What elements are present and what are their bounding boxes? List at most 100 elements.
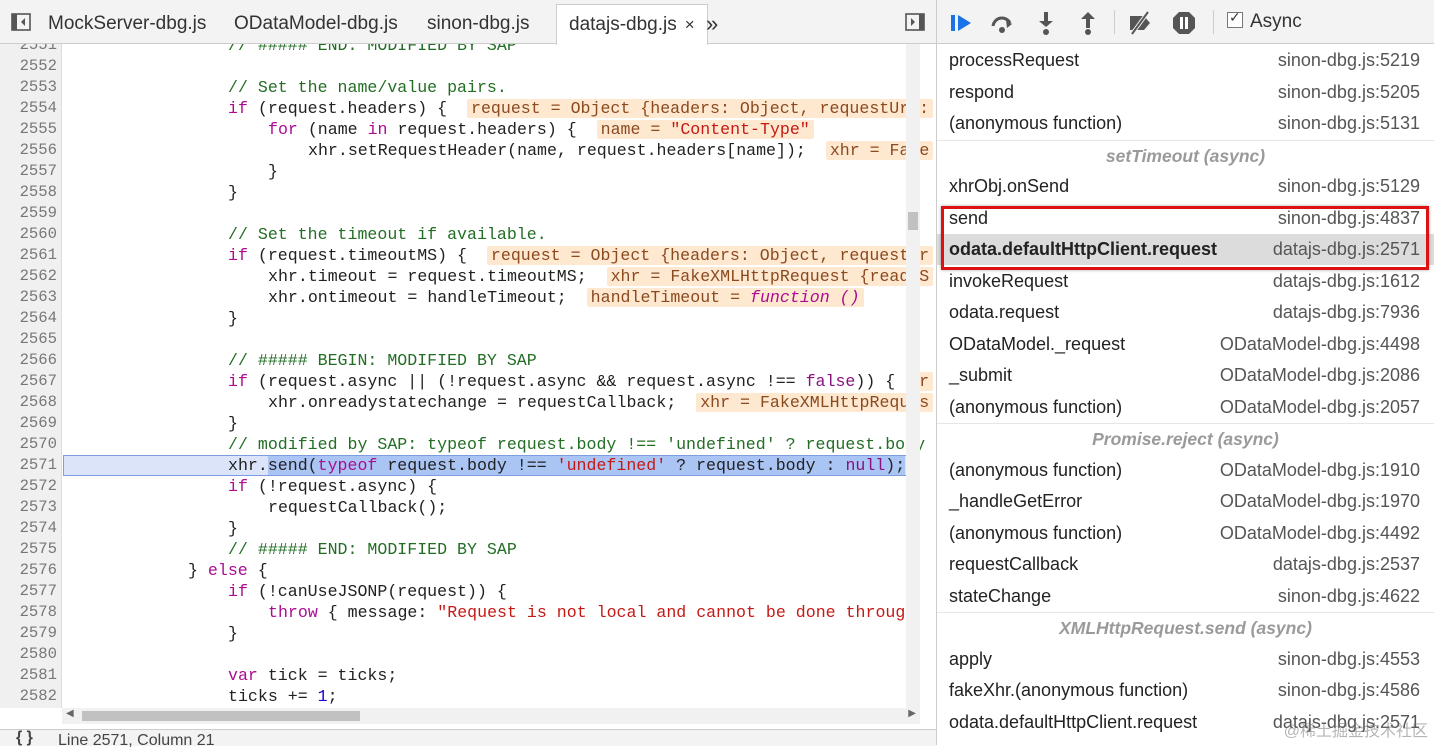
step-over-icon[interactable] [989,10,1015,36]
line-number[interactable]: 2566 [0,350,57,371]
call-frame-name: odata.request [949,302,1060,322]
vertical-scroll-thumb[interactable] [908,212,918,230]
call-frame-location[interactable]: sinon-dbg.js:4553 [1278,644,1420,675]
status-bar: { } Line 2571, Column 21 [0,729,936,749]
line-number[interactable]: 2572 [0,476,57,497]
code-line: } else { [188,561,268,580]
line-number[interactable]: 2555 [0,119,57,140]
scroll-left-icon[interactable]: ◀ [66,708,74,719]
line-number[interactable]: 2570 [0,434,57,455]
call-frame[interactable]: xhrObj.onSend sinon-dbg.js:5129 [937,171,1434,202]
call-frame[interactable]: (anonymous function) sinon-dbg.js:5131 [937,108,1434,139]
step-out-icon[interactable] [1075,10,1101,36]
call-frame[interactable]: _handleGetError ODataModel-dbg.js:1970 [937,486,1434,517]
call-frame[interactable]: respond sinon-dbg.js:5205 [937,77,1434,108]
tab-odatamodel[interactable]: ODataModel-dbg.js [222,4,410,44]
checkbox-icon[interactable] [1227,9,1243,28]
pause-on-exceptions-icon[interactable] [1171,10,1197,36]
line-number[interactable]: 2579 [0,623,57,644]
line-number[interactable]: 2581 [0,665,57,686]
line-number[interactable]: 2569 [0,413,57,434]
line-number[interactable]: 2582 [0,686,57,707]
call-frame-name: _submit [949,365,1013,385]
line-number[interactable]: 2574 [0,518,57,539]
line-number[interactable]: 2557 [0,161,57,182]
call-frame[interactable]: ODataModel._request ODataModel-dbg.js:449… [937,329,1434,360]
tab-datajs[interactable]: datajs-dbg.js × [556,4,708,45]
line-number[interactable]: 2564 [0,308,57,329]
step-into-icon[interactable] [1033,10,1059,36]
line-number[interactable]: 2559 [0,203,57,224]
line-number[interactable]: 2562 [0,266,57,287]
call-frame-location[interactable]: ODataModel-dbg.js:2086 [1220,360,1420,391]
call-frame-location[interactable]: datajs-dbg.js:1612 [1273,266,1420,297]
line-number[interactable]: 2551 [0,44,57,56]
more-tabs-button[interactable]: » [694,4,730,44]
call-frame[interactable]: stateChange sinon-dbg.js:4622 [937,581,1434,612]
line-number[interactable]: 2568 [0,392,57,413]
tab-sinon[interactable]: sinon-dbg.js [415,4,541,44]
call-frame-location[interactable]: sinon-dbg.js:5205 [1278,77,1420,108]
line-number[interactable]: 2554 [0,98,57,119]
call-frame[interactable]: odata.request datajs-dbg.js:7936 [937,297,1434,328]
call-frame-name: processRequest [949,50,1080,70]
async-separator: XMLHttpRequest.send (async) [937,612,1434,644]
call-frame[interactable]: _submit ODataModel-dbg.js:2086 [937,360,1434,391]
line-number[interactable]: 2553 [0,77,57,98]
resume-icon[interactable] [949,10,975,36]
horizontal-scrollbar[interactable]: ◀ ▶ [62,708,920,724]
line-number[interactable]: 2583 [0,707,57,708]
call-frame-location[interactable]: ODataModel-dbg.js:1910 [1220,455,1420,486]
call-frame[interactable]: (anonymous function) ODataModel-dbg.js:19… [937,455,1434,486]
call-frame[interactable]: invokeRequest datajs-dbg.js:1612 [937,266,1434,297]
line-number[interactable]: 2575 [0,539,57,560]
call-frame-location[interactable]: sinon-dbg.js:5129 [1278,171,1420,202]
call-frame-name: (anonymous function) [949,522,1123,543]
call-frame[interactable]: requestCallback datajs-dbg.js:2537 [937,549,1434,580]
call-frame-location[interactable]: ODataModel-dbg.js:4492 [1220,518,1420,549]
line-number[interactable]: 2565 [0,329,57,350]
call-frame-location[interactable]: ODataModel-dbg.js:1970 [1220,486,1420,517]
line-number-gutter[interactable]: 2551 2552 2553 2554 2555 2556 2557 2558 2559 2560… [0,44,62,708]
line-number[interactable]: 2560 [0,224,57,245]
line-number[interactable]: 2580 [0,644,57,665]
call-frame-location[interactable]: sinon-dbg.js:5219 [1278,45,1420,76]
toggle-debugger-icon[interactable] [904,11,926,33]
call-frame-location[interactable]: sinon-dbg.js:5131 [1278,108,1420,139]
line-number[interactable]: 2561 [0,245,57,266]
line-number[interactable]: 2556 [0,140,57,161]
tab-mockserver[interactable]: MockServer-dbg.js [36,4,218,44]
debugger-toolbar: Async [937,0,1434,44]
horizontal-scroll-thumb[interactable] [82,711,360,721]
line-number[interactable]: 2576 [0,560,57,581]
line-number[interactable]: 2573 [0,497,57,518]
line-number[interactable]: 2578 [0,602,57,623]
call-frame[interactable]: fakeXhr.(anonymous function) sinon-dbg.js… [937,675,1434,706]
call-frame[interactable]: (anonymous function) ODataModel-dbg.js:20… [937,392,1434,423]
deactivate-breakpoints-icon[interactable] [1127,10,1153,36]
line-number[interactable]: 2552 [0,56,57,77]
scroll-right-icon[interactable]: ▶ [908,708,916,719]
call-frame-location[interactable]: ODataModel-dbg.js:4498 [1220,329,1420,360]
call-frame[interactable]: (anonymous function) ODataModel-dbg.js:44… [937,518,1434,549]
async-checkbox[interactable]: Async [1227,9,1302,33]
pretty-print-icon[interactable]: { } [16,730,33,746]
async-separator: setTimeout (async) [937,139,1434,172]
code-line: for (name in request.headers) { name = "… [268,119,814,140]
line-number[interactable]: 2577 [0,581,57,602]
vertical-scrollbar[interactable] [906,44,920,708]
call-frame-location[interactable]: sinon-dbg.js:4622 [1278,581,1420,612]
call-frame-name: xhrObj.onSend [949,176,1070,196]
call-frame[interactable]: processRequest sinon-dbg.js:5219 [937,45,1434,76]
line-number[interactable]: 2571 [0,455,57,476]
call-frame-location[interactable]: sinon-dbg.js:4586 [1278,675,1420,706]
toggle-navigator-icon[interactable] [10,11,32,33]
call-frame-location[interactable]: datajs-dbg.js:2537 [1273,549,1420,580]
call-frame[interactable]: apply sinon-dbg.js:4553 [937,644,1434,675]
call-frame-location[interactable]: datajs-dbg.js:7936 [1273,297,1420,328]
call-frame-location[interactable]: ODataModel-dbg.js:2057 [1220,392,1420,423]
code-editor[interactable]: 2551 2552 2553 2554 2555 2556 2557 2558 2559 2560… [0,44,936,708]
line-number[interactable]: 2563 [0,287,57,308]
line-number[interactable]: 2558 [0,182,57,203]
line-number[interactable]: 2567 [0,371,57,392]
